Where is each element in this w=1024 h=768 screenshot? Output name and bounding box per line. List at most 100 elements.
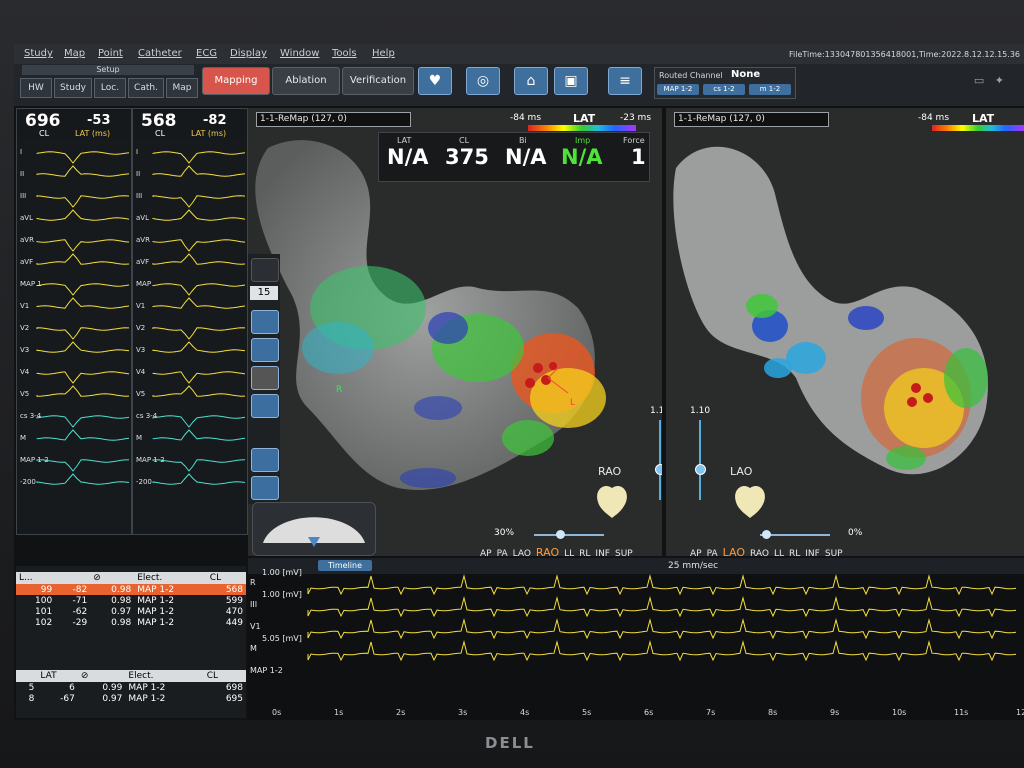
menu-tools[interactable]: Tools <box>332 48 357 59</box>
heart-icon: ♥ <box>428 73 442 89</box>
verification-button[interactable]: Verification <box>342 67 414 95</box>
menu-point[interactable]: Point <box>98 48 123 59</box>
ecg-trace <box>36 371 130 384</box>
tag-button[interactable] <box>251 338 279 362</box>
col-corr[interactable]: ⊘ <box>90 572 135 584</box>
heart-tool-button[interactable]: ♥ <box>418 67 452 95</box>
cube-button[interactable] <box>251 476 279 500</box>
tab-study[interactable]: Study <box>54 78 92 98</box>
catheter-tool-button[interactable] <box>251 258 279 282</box>
circle-select-button[interactable] <box>251 448 279 472</box>
view-preset-lao[interactable]: LAO <box>723 546 745 556</box>
map-view-rao[interactable]: 1-1-ReMap (127, 0) -84 ms LAT -23 ms R L <box>248 108 662 556</box>
camera-button[interactable]: ▣ <box>554 67 588 95</box>
table-row[interactable]: 8 -67 0.97 MAP 1-2 695 <box>16 693 246 704</box>
erase-button[interactable] <box>251 366 279 390</box>
ecg-panel-left: 696 -53 CL LAT (ms) I II III aVL aVR aVF MAP 1… <box>16 108 132 535</box>
menu-map[interactable]: Map <box>64 48 85 59</box>
anatomy-mesh-lao[interactable] <box>666 108 1024 556</box>
point-counter[interactable]: 15 <box>250 286 278 300</box>
strip-channel-scale: 5.05 [mV] <box>262 634 302 643</box>
readout-imp-value: N/A <box>561 145 603 169</box>
col-count[interactable] <box>55 572 91 584</box>
table-row[interactable]: 99 -82 0.98 MAP 1-2 568 <box>16 584 246 595</box>
view-preset-sup[interactable]: SUP <box>825 549 843 556</box>
col-elect[interactable]: Elect. <box>134 572 207 584</box>
compass-button[interactable]: ◎ <box>466 67 500 95</box>
tab-loc[interactable]: Loc. <box>94 78 126 98</box>
depth-slider[interactable] <box>659 420 661 500</box>
view-preset-ap[interactable]: AP <box>480 549 492 556</box>
view-preset-rao[interactable]: RAO <box>750 549 769 556</box>
lat-label: LAT (ms) <box>191 129 227 138</box>
monitor-icon[interactable]: ▭ <box>974 74 984 87</box>
col-corr[interactable]: ⊘ <box>77 670 126 682</box>
lesion-button[interactable] <box>251 394 279 418</box>
mapping-button[interactable]: Mapping <box>202 67 270 95</box>
notes-button[interactable]: ≡ <box>608 67 642 95</box>
depth-slider-handle[interactable] <box>695 464 706 475</box>
lead-label: I <box>20 148 23 156</box>
routed-channel-map12[interactable]: MAP 1-2 <box>657 84 699 95</box>
tab-hw[interactable]: HW <box>20 78 52 98</box>
menu-ecg[interactable]: ECG <box>196 48 217 59</box>
depth-slider-handle[interactable] <box>655 464 662 475</box>
grid-button[interactable] <box>251 310 279 334</box>
view-preset-ll[interactable]: LL <box>564 549 574 556</box>
menu-display[interactable]: Display <box>230 48 267 59</box>
table-row[interactable]: 5 6 0.99 MAP 1-2 698 <box>16 682 246 693</box>
menu-catheter[interactable]: Catheter <box>138 48 182 59</box>
view-preset-ap[interactable]: AP <box>690 549 702 556</box>
view-preset-inf[interactable]: INF <box>805 549 820 556</box>
view-preset-pa[interactable]: PA <box>497 549 508 556</box>
lead-label: aVF <box>20 258 34 266</box>
col-cl[interactable]: CL <box>206 572 246 584</box>
view-preset-ll[interactable]: LL <box>774 549 784 556</box>
view-presets: AP PA LAO RAO LL RL INF SUP <box>690 546 848 556</box>
col-lat[interactable]: L... <box>16 572 56 584</box>
light-icon[interactable]: ✦ <box>995 74 1004 87</box>
col-lat[interactable]: LAT <box>37 670 78 682</box>
view-preset-rl[interactable]: RL <box>579 549 590 556</box>
cl-label: CL <box>39 129 50 138</box>
routed-channel-cs12[interactable]: cs 1-2 <box>703 84 745 95</box>
view-preset-sup[interactable]: SUP <box>615 549 633 556</box>
tab-cath[interactable]: Cath. <box>128 78 164 98</box>
readout-force-label: Force <box>623 136 645 145</box>
col-elect[interactable]: Elect. <box>125 670 204 682</box>
zoom-slider-handle[interactable] <box>762 530 771 539</box>
view-preset-pa[interactable]: PA <box>707 549 718 556</box>
table-row[interactable]: 100 -71 0.98 MAP 1-2 599 <box>16 595 246 606</box>
dome-view-button[interactable]: ⌂ <box>514 67 548 95</box>
lead-label: MAP <box>136 280 152 288</box>
menu-window[interactable]: Window <box>280 48 319 59</box>
ecg-trace <box>152 473 246 485</box>
menu-help[interactable]: Help <box>372 48 395 59</box>
routed-channel-m12[interactable]: m 1-2 <box>749 84 791 95</box>
zoom-slider[interactable] <box>534 534 604 536</box>
ablation-button[interactable]: Ablation <box>272 67 340 95</box>
time-tick: 2s <box>396 708 406 717</box>
view-preset-rl[interactable]: RL <box>789 549 800 556</box>
table-row[interactable]: 102 -29 0.98 MAP 1-2 449 <box>16 617 246 628</box>
orientation-compass[interactable] <box>252 502 376 556</box>
zoom-slider-handle[interactable] <box>556 530 565 539</box>
lead-label: II <box>136 170 141 178</box>
readout-bi-value: N/A <box>505 145 547 169</box>
view-preset-rao[interactable]: RAO <box>536 546 559 556</box>
cell-cl: 695 <box>225 693 243 704</box>
map-view-lao[interactable]: 1-1-ReMap (127, 0) -84 ms LAT LAO 1.10 0… <box>666 108 1024 556</box>
view-preset-inf[interactable]: INF <box>595 549 610 556</box>
menu-study[interactable]: Study <box>24 48 53 59</box>
timeline-button[interactable]: Timeline <box>318 560 372 571</box>
timeline-strip[interactable]: Timeline 25 mm/sec R 1.00 [mV] III 1.00 [mV… <box>248 558 1024 720</box>
depth-slider[interactable] <box>699 420 701 500</box>
view-preset-lao[interactable]: LAO <box>513 549 531 556</box>
lead-label: I <box>136 148 139 156</box>
lat-value: -82 <box>203 113 227 128</box>
table-row[interactable]: 101 -62 0.97 MAP 1-2 470 <box>16 606 246 617</box>
col-id[interactable] <box>16 670 38 682</box>
time-tick: 8s <box>768 708 778 717</box>
col-cl[interactable]: CL <box>203 670 246 682</box>
tab-map[interactable]: Map <box>166 78 198 98</box>
